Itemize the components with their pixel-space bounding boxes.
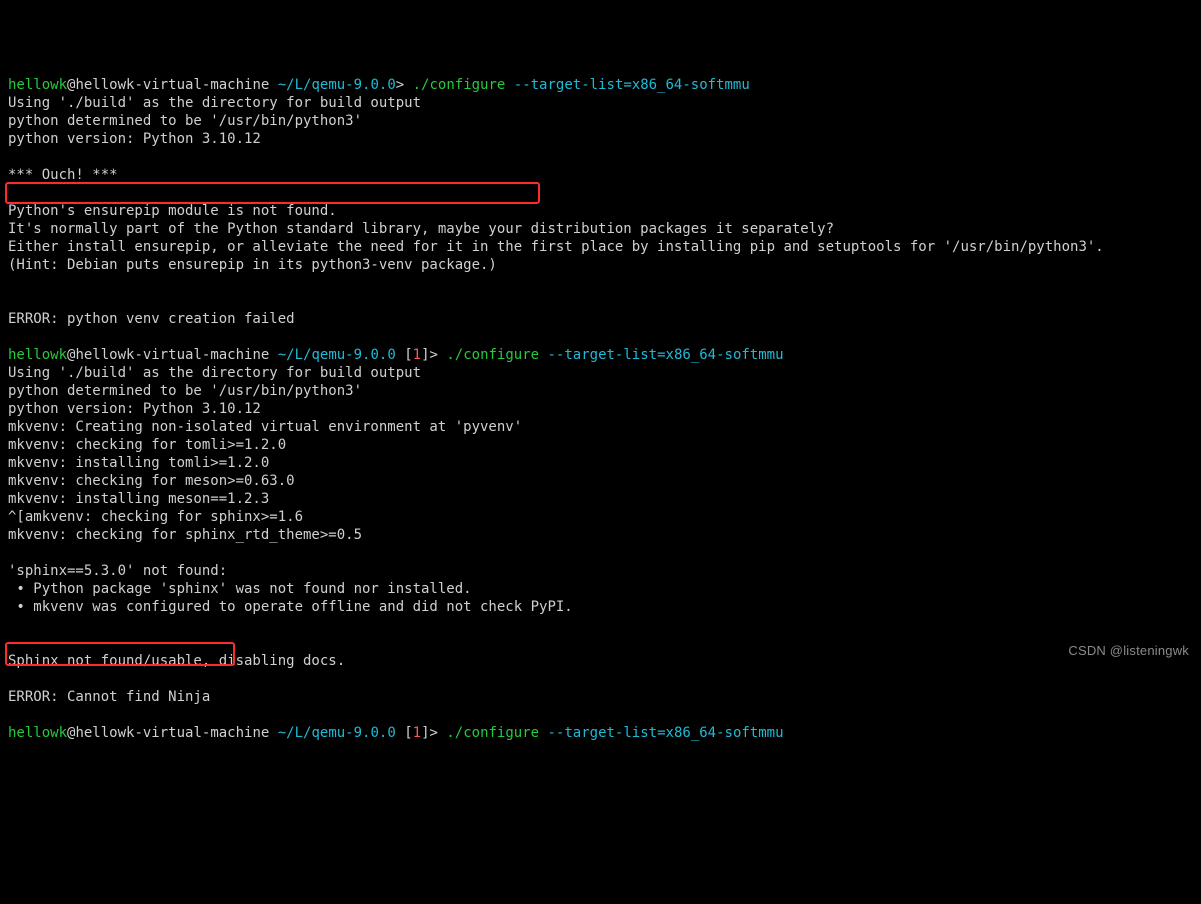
output-line: • Python package 'sphinx' was not found … [8,581,472,597]
output-line: *** Ouch! *** [8,167,118,183]
output-line: mkvenv: installing meson==1.2.3 [8,491,269,507]
output-line: python determined to be '/usr/bin/python… [8,113,362,129]
prompt-host: hellowk-virtual-machine [75,77,277,93]
output-line: mkvenv: checking for tomli>=1.2.0 [8,437,286,453]
output-line: mkvenv: Creating non-isolated virtual en… [8,419,522,435]
command-args: --target-list=x86_64-softmmu [539,347,783,363]
command-exe: ./configure [446,725,539,741]
prompt-gt: > [430,347,447,363]
prompt-user: hellowk [8,77,67,93]
prompt-path: ~/L/qemu-9.0.0 [278,725,404,741]
command-args: --target-list=x86_64-softmmu [505,77,749,93]
prompt-gt: > [430,725,447,741]
output-line: mkvenv: installing tomli>=1.2.0 [8,455,269,471]
output-line: 'sphinx==5.3.0' not found: [8,563,227,579]
command-exe: ./configure [413,77,506,93]
output-line: Python's ensurepip module is not found. [8,203,337,219]
output-line: Using './build' as the directory for bui… [8,365,421,381]
output-line: mkvenv: checking for sphinx_rtd_theme>=0… [8,527,362,543]
output-line: ERROR: python venv creation failed [8,311,295,327]
prompt-user: hellowk [8,347,67,363]
prompt-path: ~/L/qemu-9.0.0 [278,77,396,93]
output-line: mkvenv: checking for meson>=0.63.0 [8,473,295,489]
prompt-user: hellowk [8,725,67,741]
prompt-line-3: hellowk@hellowk-virtual-machine ~/L/qemu… [8,725,784,741]
exit-bracket: ] [421,347,429,363]
output-line: Using './build' as the directory for bui… [8,95,421,111]
output-line: python determined to be '/usr/bin/python… [8,383,362,399]
prompt-gt: > [396,77,413,93]
watermark-text: CSDN @listeningwk [1068,642,1189,660]
output-line: python version: Python 3.10.12 [8,401,261,417]
output-line: Either install ensurepip, or alleviate t… [8,239,1104,255]
prompt-path: ~/L/qemu-9.0.0 [278,347,404,363]
output-line: Sphinx not found/usable, disabling docs. [8,653,345,669]
exit-bracket: [ [404,347,412,363]
command-args: --target-list=x86_64-softmmu [539,725,783,741]
prompt-line-2: hellowk@hellowk-virtual-machine ~/L/qemu… [8,347,784,363]
exit-code: 1 [413,725,421,741]
prompt-host: hellowk-virtual-machine [75,725,277,741]
output-line: ^[amkvenv: checking for sphinx>=1.6 [8,509,303,525]
terminal-output[interactable]: hellowk@hellowk-virtual-machine ~/L/qemu… [8,76,1193,742]
output-line: python version: Python 3.10.12 [8,131,261,147]
output-line: ERROR: Cannot find Ninja [8,689,210,705]
output-line: It's normally part of the Python standar… [8,221,834,237]
exit-bracket: ] [421,725,429,741]
prompt-line-1: hellowk@hellowk-virtual-machine ~/L/qemu… [8,77,750,93]
output-line: • mkvenv was configured to operate offli… [8,599,573,615]
command-exe: ./configure [446,347,539,363]
prompt-at: @ [67,725,75,741]
prompt-host: hellowk-virtual-machine [75,347,277,363]
exit-bracket: [ [404,725,412,741]
output-line: (Hint: Debian puts ensurepip in its pyth… [8,257,497,273]
exit-code: 1 [413,347,421,363]
